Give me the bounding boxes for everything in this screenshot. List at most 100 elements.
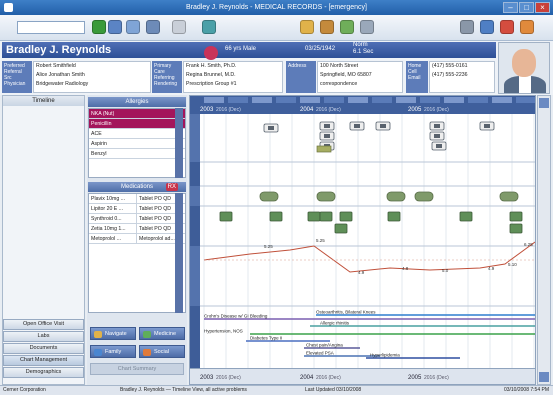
- sidebar-buttons: Open Office Visit Labs Documents Chart Mana…: [3, 318, 84, 378]
- sidebar-button[interactable]: Demographics: [3, 367, 84, 378]
- allergy-alert-icon[interactable]: [204, 46, 218, 60]
- lab-icon: [387, 211, 401, 222]
- medications-table: Plavix 10mg ... Tablet PO QD Lipitor 20 E …: [88, 193, 186, 313]
- medication-row[interactable]: Lipitor 20 E ... Tablet PO QD: [89, 204, 185, 214]
- allergy-row[interactable]: Benzyl: [89, 149, 185, 159]
- problem-label: Allergic rhinitis: [320, 321, 350, 326]
- vitals-value: 5.25: [264, 244, 273, 249]
- action-label: Navigate: [105, 331, 127, 337]
- vitals-value: 4.9: [358, 270, 365, 275]
- action-button[interactable]: Social: [139, 345, 185, 358]
- patient-banner: 66 yrs Male 03/25/1942 Norm 6.1 Sec: [185, 42, 496, 60]
- medication-row[interactable]: Metoprolol ... Metoprolol ad...: [89, 234, 185, 244]
- row-label-tab: [190, 246, 200, 306]
- encounter-glyph: [324, 124, 330, 128]
- window-controls: – □ ×: [503, 2, 550, 13]
- back-icon[interactable]: [92, 20, 106, 34]
- provider-box: Frank H. Smith, Ph.D. Regina Brunnel, M.D…: [183, 61, 283, 93]
- timeline-footer-ruler: 2003 2016 (Dec) 2004 2016 (Dec) 2005 2016 (De…: [190, 368, 535, 384]
- lab-icon: [459, 211, 473, 222]
- print-icon[interactable]: [460, 20, 474, 34]
- status-bar: Cerner Corporation Bradley J. Reynolds —…: [0, 385, 553, 395]
- maximize-button[interactable]: □: [519, 2, 534, 13]
- medication-row[interactable]: Plavix 10mg ... Tablet PO QD: [89, 194, 185, 204]
- sidebar-button[interactable]: Open Office Visit: [3, 319, 84, 330]
- settings-icon[interactable]: [520, 20, 534, 34]
- sidebar-heading[interactable]: Timeline: [3, 96, 84, 106]
- alert-icon[interactable]: [500, 20, 514, 34]
- lab-icon: [307, 211, 321, 222]
- problem-label: Diabetes Type II: [250, 336, 282, 341]
- action-button[interactable]: Family: [90, 345, 136, 358]
- encounter-glyph: [324, 134, 330, 138]
- sidebar: Timeline Open Office Visit Labs Documents C…: [2, 95, 85, 385]
- medication-name: Zetia 10mg 1...: [91, 226, 126, 232]
- lab-icon[interactable]: [320, 20, 334, 34]
- demographics-labels: Preferred Referral Src Physician: [2, 61, 32, 93]
- footer-sublabel: 2016 (Dec): [216, 375, 241, 381]
- documents-icon[interactable]: [172, 20, 186, 34]
- procedure-pill: [414, 191, 434, 202]
- encounter-glyph: [436, 144, 442, 148]
- action-label: Family: [105, 349, 122, 355]
- medications-side-tab[interactable]: [175, 193, 183, 313]
- lab-icon: [509, 223, 523, 234]
- medications-title: Medications: [120, 184, 153, 190]
- medications-header[interactable]: Medications RX: [88, 182, 186, 192]
- medication-row[interactable]: Synthroid 0... Tablet PO QD: [89, 214, 185, 224]
- action-icon: [94, 349, 102, 356]
- allergy-row[interactable]: ACE: [89, 129, 185, 139]
- timeline-canvas[interactable]: 5.25 5.25 4.9 4.8 5.0 4.9 5.10 6.25 Crohn's Dise…: [190, 96, 535, 385]
- problem-label: Crohn's Disease w/ GI Bleeding: [204, 314, 268, 319]
- medication-name: Lipitor 20 E ...: [91, 206, 124, 212]
- allergies-side-tab[interactable]: [175, 108, 183, 178]
- patient-status: Norm: [353, 42, 368, 48]
- lab-icon: [334, 223, 348, 234]
- scroll-down-arrow[interactable]: [539, 372, 549, 382]
- allergies-header[interactable]: Allergies: [88, 97, 186, 107]
- folder-icon[interactable]: [146, 20, 160, 34]
- edit-icon[interactable]: [300, 20, 314, 34]
- close-button[interactable]: ×: [535, 2, 550, 13]
- tools-icon[interactable]: [360, 20, 374, 34]
- help-icon[interactable]: [480, 20, 494, 34]
- schedule-icon[interactable]: [126, 20, 140, 34]
- clinical-panels: Allergies NKA (Nut) Penicillin ACE Aspirin B…: [87, 95, 187, 385]
- allergy-row[interactable]: Penicillin: [89, 119, 185, 129]
- sidebar-button[interactable]: Chart Management: [3, 355, 84, 366]
- action-button[interactable]: Navigate: [90, 327, 136, 340]
- medication-row[interactable]: Zetia 10mg 1... Tablet PO QD: [89, 224, 185, 234]
- sidebar-button[interactable]: Documents: [3, 343, 84, 354]
- patient-status-time: 6.1 Sec: [353, 49, 374, 55]
- row-label-tab: [190, 114, 200, 162]
- chart-summary-button[interactable]: Chart Summary: [90, 363, 184, 375]
- scroll-up-arrow[interactable]: [539, 98, 549, 108]
- row-label-tab: [190, 162, 200, 186]
- vertical-scrollbar[interactable]: [537, 95, 551, 385]
- allergy-row[interactable]: NKA (Nut): [89, 109, 185, 119]
- lab-icon: [319, 211, 333, 222]
- encounter-glyph: [268, 126, 274, 130]
- sidebar-button[interactable]: Labs: [3, 331, 84, 342]
- footer-year: 2003: [200, 375, 214, 381]
- medication-name: Plavix 10mg ...: [91, 196, 126, 202]
- toolbar: [0, 15, 553, 41]
- action-label: Social: [154, 349, 169, 355]
- problem-label: Chest pain/Angina: [306, 343, 343, 348]
- minimize-button[interactable]: –: [503, 2, 518, 13]
- vitals-value: 4.9: [488, 266, 495, 271]
- action-label: Medicine: [154, 331, 177, 337]
- allergy-row[interactable]: Aspirin: [89, 139, 185, 149]
- app-window: Bradley J. Reynolds - MEDICAL RECORDS - …: [0, 0, 553, 395]
- window-title: Bradley J. Reynolds - MEDICAL RECORDS - …: [185, 4, 367, 11]
- status-right: 03/10/2008 7:54 PM: [503, 387, 549, 393]
- action-icon: [94, 331, 102, 338]
- action-button[interactable]: Medicine: [139, 327, 185, 340]
- phone-labels: Home Cell Email: [406, 61, 428, 93]
- title-bar: Bradley J. Reynolds - MEDICAL RECORDS - …: [0, 0, 553, 15]
- refill-icon[interactable]: [340, 20, 354, 34]
- patient-name: Bradley J. Reynolds: [2, 42, 185, 58]
- patients-icon[interactable]: [108, 20, 122, 34]
- monitor-icon[interactable]: [202, 20, 216, 34]
- search-input[interactable]: [17, 21, 85, 34]
